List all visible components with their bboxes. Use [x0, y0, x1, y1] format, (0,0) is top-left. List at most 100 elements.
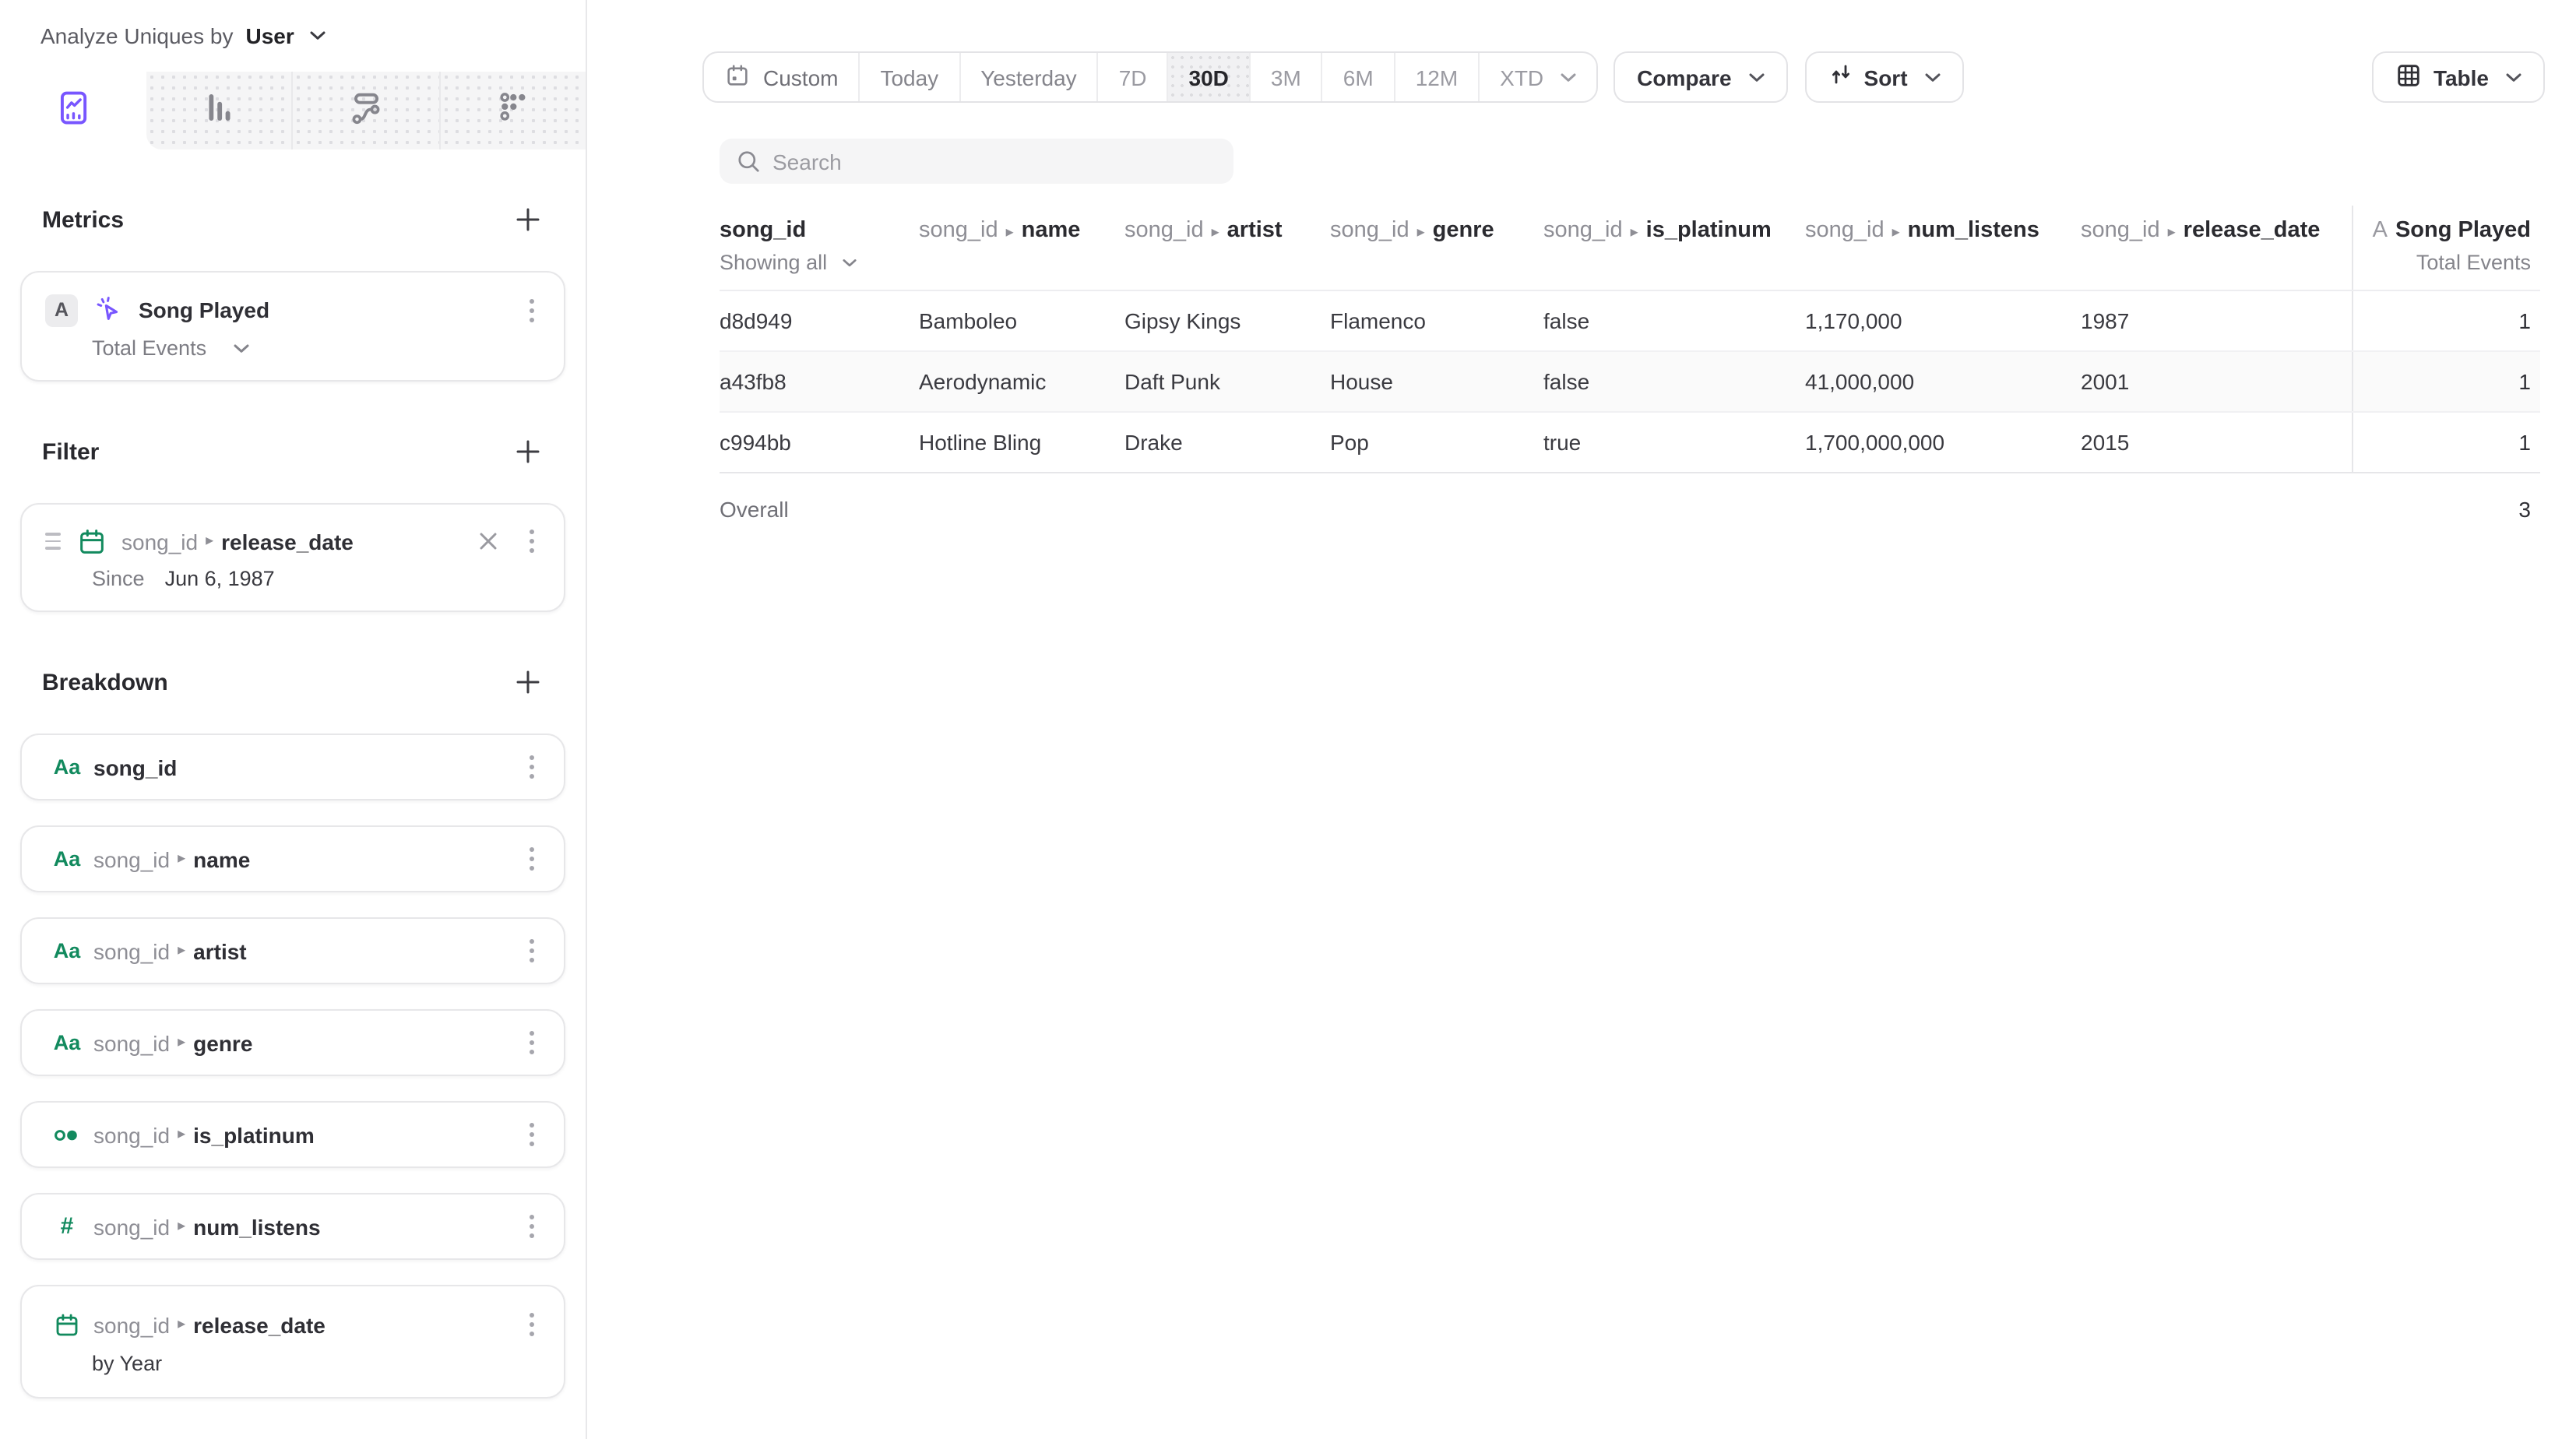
- sort-label: Sort: [1864, 65, 1908, 90]
- breakdown-card[interactable]: Aa song_id ▸ artist: [20, 917, 565, 984]
- cell-release-date: 2001: [2081, 352, 2352, 411]
- metric-card[interactable]: A Song Played Total Events: [20, 271, 565, 382]
- cell-song-id: c994bb: [720, 413, 919, 472]
- analyze-label: Analyze Uniques by: [40, 23, 234, 48]
- text-property-icon: Aa: [51, 939, 83, 962]
- analyze-header: Analyze Uniques by User: [0, 0, 586, 72]
- metrics-section-header: Metrics: [42, 202, 545, 237]
- filter-menu-button[interactable]: [525, 525, 539, 558]
- breakdown-card[interactable]: Aa song_id: [20, 734, 565, 800]
- breakdown-menu-button[interactable]: [525, 843, 539, 875]
- cell-name: Bamboleo: [919, 291, 1124, 350]
- range-xtd[interactable]: XTD: [1478, 53, 1596, 101]
- boolean-property-icon: [51, 1124, 83, 1145]
- aggregation-selector[interactable]: Total Events: [92, 336, 206, 360]
- breakdown-menu-button[interactable]: [525, 934, 539, 967]
- column-header[interactable]: song_id▸genre: [1330, 206, 1543, 290]
- breadcrumb-arrow-icon: ▸: [1409, 224, 1433, 241]
- metric-menu-button[interactable]: [525, 294, 539, 326]
- filter-title: Filter: [42, 438, 99, 465]
- breadcrumb-arrow-icon: ▸: [170, 1316, 193, 1333]
- breadcrumb-arrow-icon: ▸: [998, 224, 1022, 241]
- metric-column-header[interactable]: ASong Played Total Events: [2352, 206, 2540, 290]
- number-property-icon: #: [51, 1213, 83, 1240]
- remove-filter-button[interactable]: [473, 526, 503, 556]
- range-12m[interactable]: 12M: [1394, 53, 1478, 101]
- cell-name: Hotline Bling: [919, 413, 1124, 472]
- range-label: 30D: [1189, 65, 1229, 90]
- range-custom[interactable]: Custom: [704, 53, 858, 101]
- showing-all-selector[interactable]: Showing all: [720, 251, 827, 274]
- breakdown-base: song_id: [93, 1214, 170, 1239]
- range-label: 7D: [1119, 65, 1147, 90]
- analyze-entity-selector[interactable]: User: [246, 23, 294, 48]
- breakdown-card[interactable]: Aa song_id ▸ genre: [20, 1009, 565, 1076]
- cell-artist: Drake: [1124, 413, 1330, 472]
- breakdown-bucket-selector[interactable]: by Year: [22, 1341, 564, 1375]
- cell-song-id: d8d949: [720, 291, 919, 350]
- breadcrumb-arrow-icon: ▸: [1884, 224, 1908, 241]
- breakdown-card[interactable]: song_id ▸ release_date by Year: [20, 1285, 565, 1399]
- range-6m[interactable]: 6M: [1321, 53, 1394, 101]
- cell-is-platinum: true: [1543, 413, 1805, 472]
- retention-icon: [493, 86, 533, 135]
- cell-release-date: 1987: [2081, 291, 2352, 350]
- breakdown-card[interactable]: Aa song_id ▸ name: [20, 825, 565, 892]
- breakdown-menu-button[interactable]: [525, 1118, 539, 1151]
- filter-value[interactable]: Jun 6, 1987: [165, 567, 275, 590]
- table-row[interactable]: d8d949 Bamboleo Gipsy Kings Flamenco fal…: [720, 291, 2540, 352]
- add-filter-button[interactable]: [511, 435, 545, 469]
- table-row[interactable]: c994bb Hotline Bling Drake Pop true 1,70…: [720, 413, 2540, 473]
- range-3m[interactable]: 3M: [1249, 53, 1321, 101]
- column-header[interactable]: song_id▸num_listens: [1805, 206, 2081, 290]
- query-builder-sidebar: Analyze Uniques by User: [0, 0, 587, 1439]
- search-input[interactable]: [720, 139, 1233, 184]
- drag-handle-icon[interactable]: [45, 533, 61, 550]
- chevron-down-icon: [310, 31, 326, 40]
- breadcrumb-arrow-icon: ▸: [170, 1218, 193, 1235]
- filter-card[interactable]: song_id ▸ release_date Since Jun 6, 1987: [20, 503, 565, 612]
- tab-retention[interactable]: [438, 72, 586, 150]
- cell-num-listens: 1,700,000,000: [1805, 413, 2081, 472]
- tab-insights[interactable]: [0, 72, 146, 150]
- breakdown-menu-button[interactable]: [525, 1026, 539, 1059]
- view-selector-button[interactable]: Table: [2373, 51, 2545, 103]
- breakdown-property: num_listens: [193, 1214, 320, 1239]
- breakdown-menu-button[interactable]: [525, 1308, 539, 1341]
- add-metric-button[interactable]: [511, 202, 545, 237]
- breakdown-property: name: [193, 846, 250, 871]
- column-header[interactable]: song_id Showing all: [720, 206, 919, 290]
- chevron-down-icon: [843, 258, 857, 267]
- range-yesterday[interactable]: Yesterday: [959, 53, 1097, 101]
- breadcrumb-arrow-icon: ▸: [170, 942, 193, 959]
- column-header[interactable]: song_id▸name: [919, 206, 1124, 290]
- add-breakdown-button[interactable]: [511, 665, 545, 699]
- chevron-down-icon: [233, 343, 248, 353]
- tab-flows[interactable]: [291, 72, 438, 150]
- column-header[interactable]: song_id▸is_platinum: [1543, 206, 1805, 290]
- insights-icon: [53, 86, 93, 135]
- breakdown-card[interactable]: song_id ▸ is_platinum: [20, 1101, 565, 1168]
- sort-button[interactable]: Sort: [1805, 51, 1964, 103]
- breakdown-property: song_id: [93, 755, 177, 779]
- range-30d[interactable]: 30D: [1167, 53, 1249, 101]
- results-table: song_id Showing all song_id▸name song_id…: [702, 206, 2540, 545]
- table-grid-icon: [2396, 62, 2423, 93]
- filter-section-header: Filter: [42, 435, 545, 469]
- compare-button[interactable]: Compare: [1614, 51, 1787, 103]
- range-today[interactable]: Today: [858, 53, 959, 101]
- column-header[interactable]: song_id▸artist: [1124, 206, 1330, 290]
- funnels-icon: [199, 86, 239, 135]
- breakdown-menu-button[interactable]: [525, 751, 539, 783]
- table-row[interactable]: a43fb8 Aerodynamic Daft Punk House false…: [720, 352, 2540, 413]
- range-7d[interactable]: 7D: [1097, 53, 1167, 101]
- cell-genre: House: [1330, 352, 1543, 411]
- column-header[interactable]: song_id▸release_date: [2081, 206, 2352, 290]
- breakdown-menu-button[interactable]: [525, 1210, 539, 1243]
- filter-operator[interactable]: Since: [92, 567, 145, 590]
- date-property-icon: [75, 526, 109, 557]
- tab-funnels[interactable]: [146, 72, 291, 150]
- cell-genre: Flamenco: [1330, 291, 1543, 350]
- breakdown-card[interactable]: # song_id ▸ num_listens: [20, 1193, 565, 1260]
- table-search: [720, 139, 1233, 184]
